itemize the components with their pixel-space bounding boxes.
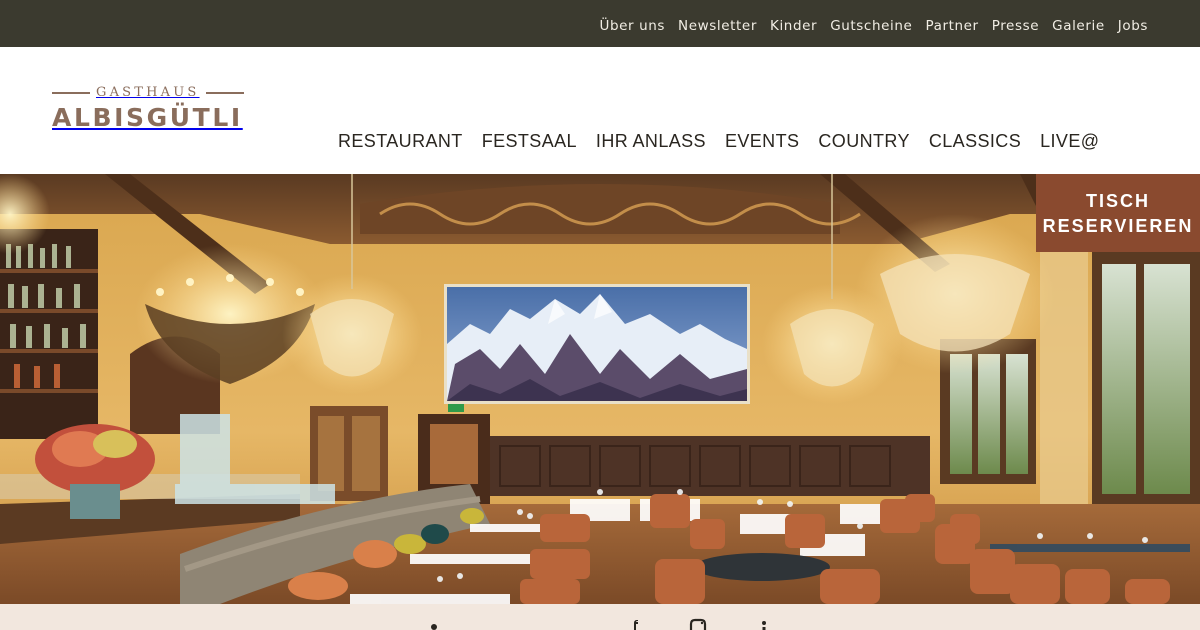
main-nav-item-ihr-anlass: IHR ANLASS <box>596 131 706 152</box>
utility-nav-item-presse: Presse <box>992 15 1039 34</box>
site-logo[interactable]: GASTHAUS ALBISGÜTLI <box>52 85 252 140</box>
utility-link-jobs[interactable]: Jobs <box>1118 18 1148 34</box>
main-nav-link-country[interactable]: COUNTRY <box>818 131 909 151</box>
utility-nav-item-newsletter: Newsletter <box>678 15 757 34</box>
utility-nav-item-ueber-uns: Über uns <box>599 15 665 34</box>
hero-image <box>0 174 1200 604</box>
main-nav-link-ihr-anlass[interactable]: IHR ANLASS <box>596 131 706 151</box>
main-nav: RESTAURANT FESTSAAL IHR ANLASS EVENTS CO… <box>338 131 1118 152</box>
tripadvisor-icon[interactable] <box>428 618 440 630</box>
logo-rule-left <box>52 92 90 94</box>
utility-nav-item-gutscheine: Gutscheine <box>830 15 912 34</box>
main-nav-item-classics: CLASSICS <box>929 131 1021 152</box>
main-nav-item-country: COUNTRY <box>818 131 909 152</box>
utility-link-ueber-uns[interactable]: Über uns <box>599 18 665 34</box>
main-nav-item-restaurant: RESTAURANT <box>338 131 463 152</box>
facebook-icon[interactable] <box>630 618 642 630</box>
logo-name: ALBISGÜTLI <box>52 103 243 132</box>
main-nav-item-live: LIVE@ <box>1040 131 1099 152</box>
footer-strip <box>0 604 1200 630</box>
instagram-icon[interactable] <box>688 618 708 630</box>
top-utility-bar: Über uns Newsletter Kinder Gutscheine Pa… <box>0 0 1200 47</box>
main-nav-link-classics[interactable]: CLASSICS <box>929 131 1021 151</box>
utility-nav-item-jobs: Jobs <box>1118 15 1148 34</box>
reserve-line-1: TISCH <box>1086 191 1150 211</box>
logo-rule-right <box>205 92 244 94</box>
main-nav-link-festsaal[interactable]: FESTSAAL <box>482 131 577 151</box>
reserve-line-2: RESERVIEREN <box>1042 216 1194 236</box>
main-nav-link-live[interactable]: LIVE@ <box>1040 131 1099 151</box>
main-nav-item-festsaal: FESTSAAL <box>482 131 577 152</box>
main-nav-item-events: EVENTS <box>725 131 799 152</box>
main-nav-link-restaurant[interactable]: RESTAURANT <box>338 131 463 151</box>
main-nav-link-events[interactable]: EVENTS <box>725 131 799 151</box>
site-header: GASTHAUS ALBISGÜTLI RESTAURANT FESTSAAL … <box>0 47 1200 174</box>
utility-link-gutscheine[interactable]: Gutscheine <box>830 18 912 34</box>
restaurant-dining-hall-illustration <box>0 174 1200 604</box>
utility-nav: Über uns Newsletter Kinder Gutscheine Pa… <box>586 15 1148 34</box>
utility-nav-item-kinder: Kinder <box>770 15 817 34</box>
utility-nav-item-galerie: Galerie <box>1052 15 1105 34</box>
logo-subtitle-row: GASTHAUS <box>52 85 252 101</box>
linkedin-icon[interactable] <box>758 618 770 630</box>
utility-link-presse[interactable]: Presse <box>992 18 1039 34</box>
utility-link-newsletter[interactable]: Newsletter <box>678 18 757 34</box>
utility-link-kinder[interactable]: Kinder <box>770 18 817 34</box>
utility-link-galerie[interactable]: Galerie <box>1052 18 1105 34</box>
utility-nav-item-partner: Partner <box>925 15 978 34</box>
reserve-table-button[interactable]: TISCH RESERVIEREN <box>1036 174 1200 252</box>
logo-subtitle: GASTHAUS <box>96 85 200 100</box>
utility-link-partner[interactable]: Partner <box>925 18 978 34</box>
